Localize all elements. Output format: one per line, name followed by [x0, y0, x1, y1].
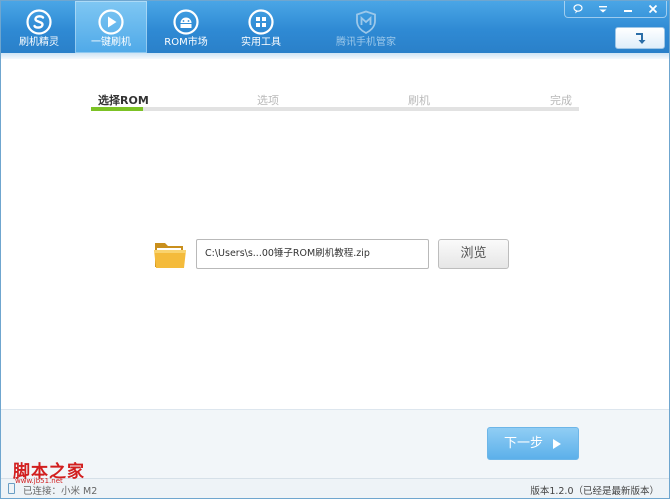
- window-controls: [564, 1, 667, 18]
- step-flash: 刷机: [408, 94, 430, 107]
- tab-tencent-manager[interactable]: 腾讯手机管家: [327, 1, 405, 53]
- minimize-button[interactable]: [617, 1, 639, 17]
- close-button[interactable]: [642, 1, 664, 17]
- tab-rom-market[interactable]: ROM市场: [150, 1, 222, 53]
- version-status: 版本1.2.0（已经是最新版本）: [530, 486, 659, 497]
- tab-label: 实用工具: [241, 37, 281, 48]
- step-complete: 完成: [550, 94, 572, 107]
- tab-label: 刷机精灵: [19, 37, 59, 48]
- rom-path-field[interactable]: C:\Users\s...00锤子ROM刷机教程.zip: [196, 239, 429, 269]
- step-progress-fill: [91, 107, 143, 111]
- tab-tools[interactable]: 实用工具: [225, 1, 297, 53]
- next-step-label: 下一步: [504, 436, 544, 451]
- tab-one-click-flash[interactable]: 一键刷机: [75, 1, 147, 53]
- phone-icon: [8, 483, 15, 494]
- feedback-icon: [573, 4, 583, 14]
- s-logo-icon: [26, 9, 52, 35]
- tab-label: 腾讯手机管家: [336, 37, 396, 48]
- step-options: 选项: [257, 94, 279, 107]
- play-icon: [98, 9, 124, 35]
- shield-icon: [356, 10, 376, 35]
- feedback-button[interactable]: [567, 1, 589, 17]
- connection-status: 已连接：小米 M2: [23, 486, 98, 497]
- grid-icon: [248, 9, 274, 35]
- top-navigation-bar: 刷机精灵 一键刷机 ROM市场 实用工具 腾讯手机管家: [1, 1, 669, 53]
- step-select-rom: 选择ROM: [98, 94, 149, 107]
- refresh-button[interactable]: [615, 27, 665, 49]
- browse-button[interactable]: 浏览: [438, 239, 509, 269]
- folder-icon: [154, 243, 186, 268]
- menu-icon: [599, 6, 607, 13]
- watermark-url: www.jb51.net: [15, 477, 63, 485]
- step-progress-track: [91, 107, 579, 111]
- android-icon: [173, 9, 199, 35]
- status-bar: 已连接：小米 M2 版本1.2.0（已经是最新版本）: [1, 478, 669, 498]
- close-icon: [648, 4, 658, 14]
- refresh-icon: [636, 33, 646, 44]
- next-step-button[interactable]: 下一步: [487, 427, 579, 460]
- minimize-icon: [624, 10, 632, 12]
- tab-shuaji-jingling[interactable]: 刷机精灵: [3, 1, 75, 53]
- toolbar-shadow: [1, 53, 669, 59]
- tab-label: ROM市场: [164, 37, 208, 48]
- tab-label: 一键刷机: [91, 37, 131, 48]
- arrow-right-icon: [553, 439, 561, 449]
- menu-button[interactable]: [592, 1, 614, 17]
- app-window: 刷机精灵 一键刷机 ROM市场 实用工具 腾讯手机管家 选择ROM 选项 刷机 …: [0, 0, 670, 499]
